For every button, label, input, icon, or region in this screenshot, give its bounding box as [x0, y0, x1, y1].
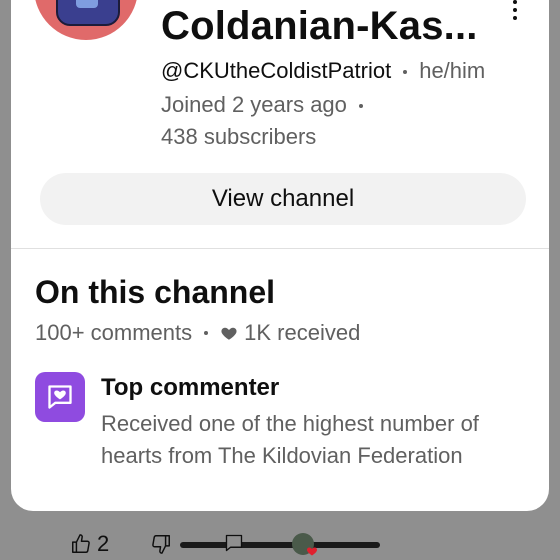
- separator-dot: [403, 70, 408, 75]
- heart-icon: [306, 547, 318, 556]
- more-vert-icon[interactable]: [505, 0, 525, 24]
- heart-icon: [221, 327, 237, 340]
- thumb-down-icon[interactable]: [150, 533, 172, 555]
- separator-dot: [204, 331, 209, 335]
- hearts-received: 1K received: [244, 320, 361, 345]
- handle-line: @CKUtheColdistPatriot he/him: [161, 58, 485, 84]
- channel-avatar[interactable]: [34, 0, 138, 40]
- view-channel-button[interactable]: View channel: [40, 173, 526, 225]
- badge-description: Received one of the highest number of he…: [101, 411, 479, 468]
- subscriber-count: 438 subscribers: [161, 124, 317, 149]
- joined-date: Joined 2 years ago: [161, 92, 347, 117]
- separator-dot: [358, 104, 363, 109]
- comment-count: 100+ comments: [35, 320, 193, 345]
- section-title: On this channel: [35, 274, 276, 310]
- divider: [11, 248, 549, 249]
- thumb-up-icon[interactable]: [70, 533, 92, 555]
- badge-title: Top commenter: [101, 374, 280, 401]
- channel-name: Coldanian-Kas...: [161, 4, 478, 48]
- channel-card: Coldanian-Kas... @CKUtheColdistPatriot he…: [11, 0, 549, 511]
- pronouns: he/him: [419, 58, 486, 83]
- channel-stats: 100+ comments 1K received: [35, 320, 360, 346]
- heart-badge-icon: [35, 372, 85, 422]
- video-scrubber[interactable]: [180, 542, 380, 548]
- heart-badge-glyph: [48, 385, 72, 409]
- avatar-image: [56, 0, 120, 26]
- channel-handle: @CKUtheColdistPatriot: [161, 58, 392, 83]
- like-count: 2: [97, 531, 110, 556]
- comment-icon[interactable]: [224, 533, 244, 553]
- joined-line: Joined 2 years ago: [161, 92, 375, 118]
